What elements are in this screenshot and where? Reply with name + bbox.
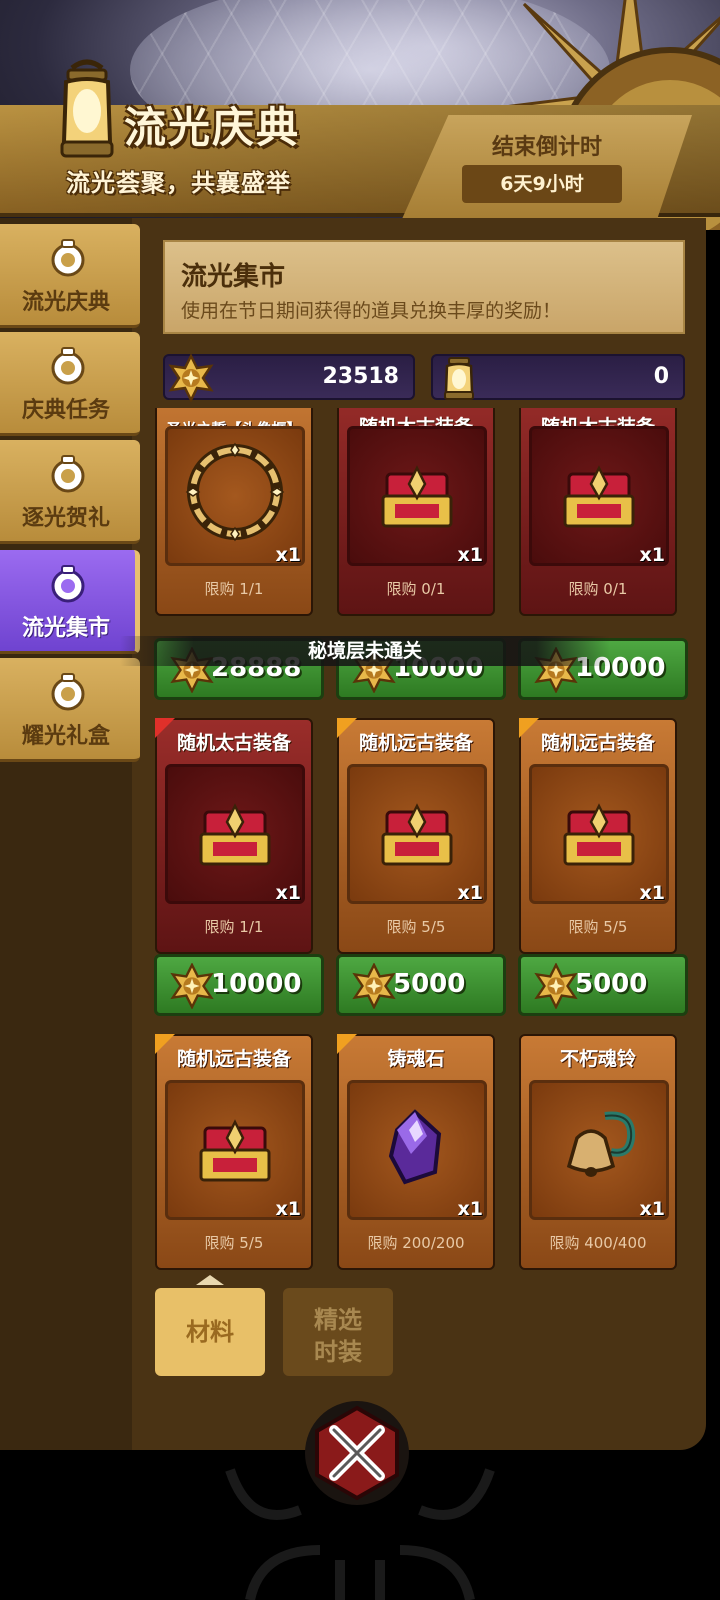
shop-item-card[interactable]: 随机远古装备 x1 限购 5/5 bbox=[337, 718, 495, 954]
item-name: 铸魂石 bbox=[387, 1048, 445, 1070]
buy-button[interactable]: 5000 bbox=[336, 954, 506, 1016]
lantern-icon bbox=[444, 357, 474, 400]
item-name: 随机远古装备 bbox=[540, 732, 655, 754]
treasure-chest-icon bbox=[199, 803, 271, 866]
shop-item-card[interactable]: 随机太古装备 x1 限购 0/1 bbox=[519, 408, 677, 616]
purchase-limit: 限购 0/1 bbox=[386, 580, 446, 598]
countdown-label: 结束倒计时 bbox=[491, 135, 602, 160]
lantern-balance: 0 bbox=[431, 354, 685, 400]
item-quantity: x1 bbox=[639, 882, 665, 904]
medallion-icon bbox=[51, 347, 85, 385]
halo-frame-icon bbox=[185, 442, 285, 542]
treasure-chest-icon bbox=[381, 465, 453, 528]
item-quantity: x1 bbox=[639, 544, 665, 566]
treasure-chest-icon bbox=[199, 1119, 271, 1182]
shop-item-card[interactable]: 随机太古装备 x1 限购 1/1 bbox=[155, 718, 313, 954]
item-quantity: x1 bbox=[457, 882, 483, 904]
sidebar-item-giftbox[interactable]: 耀光礼盒 bbox=[0, 658, 140, 762]
tab-fashion[interactable]: 精选 时装 bbox=[283, 1288, 393, 1376]
item-quantity: x1 bbox=[457, 544, 483, 566]
shop-header: 流光集市 使用在节日期间获得的道具兑换丰厚的奖励！ bbox=[163, 240, 685, 334]
lantern-icon bbox=[60, 59, 114, 158]
item-quantity: x1 bbox=[639, 1198, 665, 1220]
item-name: 随机远古装备 bbox=[358, 732, 473, 754]
medallion-icon bbox=[51, 239, 85, 277]
purple-crystal-icon bbox=[388, 1109, 442, 1185]
item-quantity: x1 bbox=[275, 544, 301, 566]
sidebar-item-label: 庆典任务 bbox=[21, 398, 110, 423]
purchase-limit: 限购 5/5 bbox=[204, 1234, 264, 1252]
star-coin-icon bbox=[170, 963, 214, 1009]
event-title: 流光庆典 bbox=[124, 103, 301, 152]
purchase-limit: 限购 200/200 bbox=[367, 1234, 465, 1252]
item-price: 5000 bbox=[393, 969, 466, 999]
purchase-limit: 限购 5/5 bbox=[568, 918, 628, 936]
purchase-limit: 限购 5/5 bbox=[386, 918, 446, 936]
lantern-value: 0 bbox=[653, 364, 669, 389]
bell-icon bbox=[566, 1111, 636, 1177]
medallion-icon bbox=[51, 565, 85, 603]
sidebar-item-market[interactable]: 流光集市 bbox=[0, 550, 140, 654]
buy-button[interactable]: 5000 bbox=[518, 954, 688, 1016]
sidebar-item-celebration[interactable]: 流光庆典 bbox=[0, 224, 140, 328]
countdown-value: 6天9小时 bbox=[462, 165, 622, 203]
buy-button[interactable]: 10000 bbox=[154, 954, 324, 1016]
toast-message: 秘境层未通关 bbox=[120, 636, 610, 666]
purchase-limit: 限购 400/400 bbox=[549, 1234, 647, 1252]
item-name: 不朽魂铃 bbox=[559, 1048, 636, 1070]
item-quantity: x1 bbox=[275, 1198, 301, 1220]
countdown-panel: 结束倒计时 6天9小时 bbox=[402, 115, 692, 219]
sidebar-item-label: 流光庆典 bbox=[21, 290, 110, 315]
tab-materials-label: 材料 bbox=[186, 1318, 234, 1346]
sidebar-item-label: 流光集市 bbox=[21, 616, 110, 641]
star-coin-value: 23518 bbox=[322, 364, 399, 389]
shop-item-card[interactable]: 随机太古装备 x1 限购 0/1 bbox=[337, 408, 495, 616]
shop-item-card[interactable]: 圣光之誓【头像框】 x1 限购 1/1 bbox=[155, 408, 313, 616]
event-subtitle: 流光荟聚，共襄盛举 bbox=[66, 169, 291, 197]
purchase-limit: 限购 0/1 bbox=[568, 580, 628, 598]
shop-item-card[interactable]: 不朽魂铃 x1 限购 400/400 bbox=[519, 1034, 677, 1270]
shop-item-card[interactable]: 随机远古装备 x1 限购 5/5 bbox=[519, 718, 677, 954]
medallion-icon bbox=[51, 673, 85, 711]
tab-materials[interactable]: 材料 bbox=[155, 1288, 265, 1376]
close-icon[interactable] bbox=[302, 1398, 412, 1508]
purchase-limit: 限购 1/1 bbox=[204, 918, 264, 936]
sidebar-item-gifts[interactable]: 逐光贺礼 bbox=[0, 440, 140, 544]
item-price: 10000 bbox=[211, 969, 302, 999]
shop-item-card[interactable]: 随机远古装备 x1 限购 5/5 bbox=[155, 1034, 313, 1270]
item-quantity: x1 bbox=[457, 1198, 483, 1220]
sidebar-item-tasks[interactable]: 庆典任务 bbox=[0, 332, 140, 436]
shop-description: 使用在节日期间获得的道具兑换丰厚的奖励！ bbox=[181, 300, 562, 322]
item-price: 5000 bbox=[575, 969, 648, 999]
sidebar-item-label: 逐光贺礼 bbox=[21, 506, 110, 531]
item-grid: 圣光之誓【头像框】 x1 限购 1/1 随机太古装备 x1 限购 0/1 随机太… bbox=[150, 408, 695, 1278]
treasure-chest-icon bbox=[563, 803, 635, 866]
star-coin-icon bbox=[534, 963, 578, 1009]
item-name: 随机远古装备 bbox=[176, 1048, 291, 1070]
medallion-icon bbox=[51, 455, 85, 493]
sidebar-item-label: 耀光礼盒 bbox=[21, 724, 110, 749]
treasure-chest-icon bbox=[563, 465, 635, 528]
shop-title: 流光集市 bbox=[181, 262, 286, 292]
star-coin-icon bbox=[352, 963, 396, 1009]
star-coin-balance: 23518 bbox=[163, 354, 415, 402]
item-quantity: x1 bbox=[275, 882, 301, 904]
tab-fashion-label: 精选 时装 bbox=[314, 1306, 362, 1366]
purchase-limit: 限购 1/1 bbox=[204, 580, 264, 598]
item-name: 随机太古装备 bbox=[176, 732, 291, 754]
shop-item-card[interactable]: 铸魂石 x1 限购 200/200 bbox=[337, 1034, 495, 1270]
treasure-chest-icon bbox=[381, 803, 453, 866]
tab-pointer-indicator bbox=[196, 1275, 224, 1285]
star-coin-icon bbox=[168, 354, 214, 402]
